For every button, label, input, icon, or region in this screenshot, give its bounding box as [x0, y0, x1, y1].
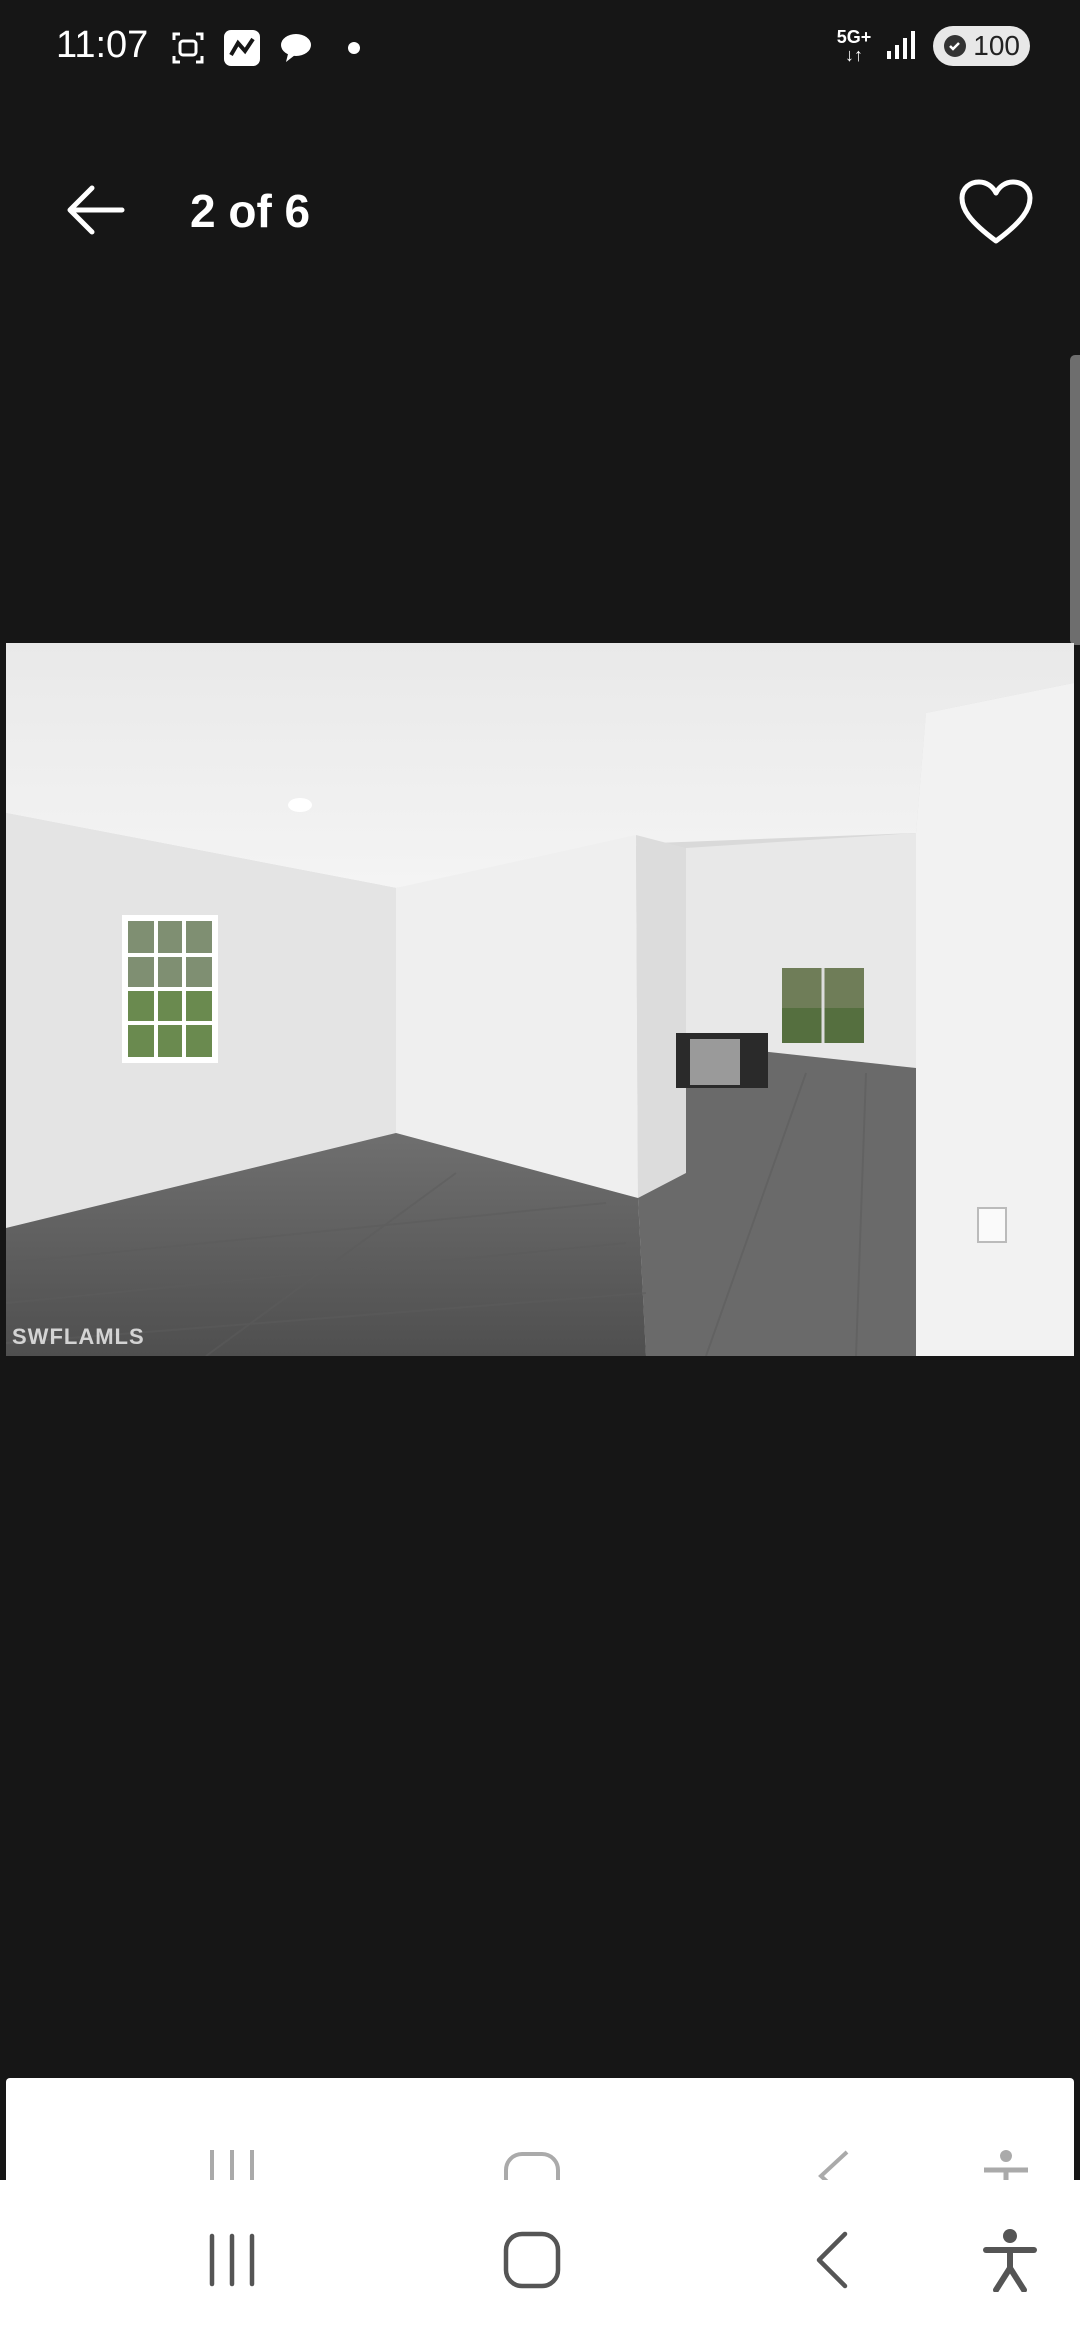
accessibility-icon — [983, 2229, 1037, 2292]
network-type: 5G+ ↓↑ — [837, 28, 872, 64]
room-interior-image — [6, 643, 1074, 1356]
app-notification-icon — [222, 28, 262, 68]
battery-indicator: 100 — [933, 26, 1030, 66]
ghost-back-icon — [782, 2120, 882, 2180]
network-label: 5G+ — [836, 27, 872, 47]
ghost-nav-bar — [0, 2120, 1080, 2180]
status-time: 11:07 — [56, 24, 149, 66]
heart-outline-icon — [959, 179, 1033, 244]
back-button[interactable] — [56, 170, 136, 250]
battery-level: 100 — [973, 30, 1020, 61]
arrow-left-icon — [67, 185, 125, 235]
ghost-recent-apps-icon — [182, 2120, 282, 2180]
top-app-bar: 2 of 6 — [0, 150, 1080, 270]
home-icon — [503, 2231, 561, 2289]
status-bar: 11:07 5G+ ↓↑ 100 — [0, 0, 1080, 100]
nav-back-button[interactable] — [782, 2210, 882, 2310]
listing-photo[interactable]: SWFLAMLS — [6, 643, 1074, 1356]
recent-apps-icon — [209, 2233, 255, 2287]
favorite-button[interactable] — [952, 168, 1040, 256]
home-button[interactable] — [482, 2210, 582, 2310]
signal-icon — [885, 29, 919, 64]
data-arrows-icon: ↓↑ — [845, 45, 864, 65]
mls-watermark: SWFLAMLS — [12, 1324, 145, 1349]
system-nav-bar — [0, 2180, 1080, 2340]
back-icon — [816, 2231, 848, 2289]
scrollbar[interactable] — [1070, 355, 1080, 645]
screenshot-icon — [168, 28, 208, 68]
chat-bubble-icon — [276, 28, 316, 68]
shield-icon — [944, 35, 967, 57]
photo-counter: 2 of 6 — [190, 185, 311, 237]
notification-dot — [348, 42, 360, 54]
recent-apps-button[interactable] — [182, 2210, 282, 2310]
ghost-accessibility-icon — [956, 2120, 1056, 2180]
accessibility-button[interactable] — [960, 2210, 1060, 2310]
ghost-home-icon — [482, 2120, 582, 2180]
